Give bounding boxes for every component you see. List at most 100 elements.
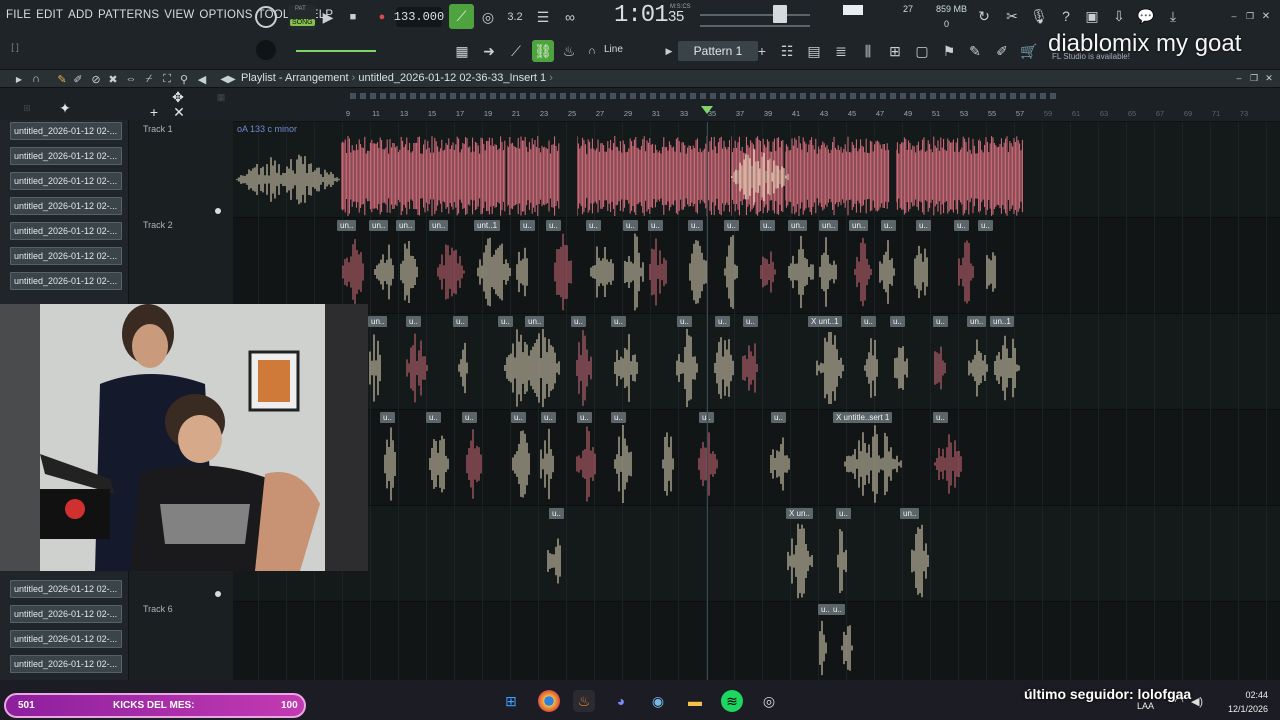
- clip-label[interactable]: un..: [368, 316, 388, 327]
- playlist-arrow-icon[interactable]: ▶: [14, 73, 24, 85]
- browser-add-icon[interactable]: +: [147, 104, 161, 120]
- clip-label[interactable]: un..: [396, 220, 416, 231]
- language-indicator[interactable]: LAA: [1137, 701, 1154, 711]
- arrow-icon[interactable]: ➜: [480, 42, 498, 60]
- audio-waveform[interactable]: [979, 136, 1023, 216]
- master-volume-handle[interactable]: [773, 5, 787, 23]
- audio-waveform[interactable]: [853, 232, 873, 312]
- playhead-marker[interactable]: [701, 106, 713, 114]
- clip-label[interactable]: X un..: [786, 508, 813, 519]
- audio-waveform[interactable]: [341, 136, 506, 216]
- spotify-icon[interactable]: ≋: [721, 690, 743, 712]
- audio-waveform[interactable]: [368, 328, 382, 408]
- audio-waveform[interactable]: [769, 424, 791, 504]
- browser-clip-item[interactable]: untitled_2026-01-12 02-...: [10, 172, 122, 190]
- audio-waveform[interactable]: [893, 328, 909, 408]
- audio-waveform[interactable]: [235, 152, 341, 207]
- playlist-minimize-icon[interactable]: –: [1234, 72, 1244, 84]
- audio-waveform[interactable]: [373, 232, 395, 312]
- audio-waveform[interactable]: [436, 232, 466, 312]
- cpu-knob-icon[interactable]: [255, 6, 277, 28]
- clip-label[interactable]: u..: [586, 220, 601, 231]
- mixer-knob-icon[interactable]: [256, 40, 276, 60]
- audio-waveform[interactable]: [878, 232, 896, 312]
- clip-label[interactable]: u..: [916, 220, 931, 231]
- clip-label[interactable]: u..: [380, 412, 395, 423]
- arrangement-grid[interactable]: oA 133 c minor un.. un.. un.. un.. unt..1 u..…: [233, 122, 1280, 680]
- clip-label[interactable]: un..: [967, 316, 987, 327]
- move-icon[interactable]: ✥: [170, 89, 186, 105]
- draw-icon[interactable]: ⟋: [507, 42, 525, 60]
- clip-label[interactable]: u..: [830, 604, 845, 615]
- paint-icon[interactable]: ✐: [72, 72, 84, 86]
- countdown-icon[interactable]: 3.2: [505, 8, 525, 26]
- audio-waveform[interactable]: [815, 328, 845, 408]
- discord-icon[interactable]: ◕: [610, 690, 632, 712]
- audio-waveform[interactable]: [786, 520, 814, 602]
- browser-clip-item[interactable]: untitled_2026-01-12 02-...: [10, 605, 122, 623]
- clip-label[interactable]: unt..1: [474, 220, 501, 231]
- brush-icon[interactable]: ✐: [993, 42, 1011, 60]
- audio-waveform[interactable]: [613, 424, 633, 504]
- chrome-icon[interactable]: [538, 690, 560, 712]
- menu-file[interactable]: FILE: [6, 9, 31, 21]
- undo-icon[interactable]: ↻: [975, 6, 993, 26]
- audio-waveform[interactable]: [515, 232, 529, 312]
- clip-label[interactable]: un..: [337, 220, 357, 231]
- track-1-dot[interactable]: [215, 208, 221, 214]
- audio-waveform[interactable]: [730, 142, 790, 212]
- audio-waveform[interactable]: [967, 328, 989, 408]
- browser-clip-item[interactable]: untitled_2026-01-12 02-...: [10, 655, 122, 673]
- audio-waveform[interactable]: [428, 424, 450, 504]
- clip-label[interactable]: u..: [611, 316, 626, 327]
- clip-label[interactable]: u..: [462, 412, 477, 423]
- arrow-right-icon[interactable]: ▶: [664, 43, 674, 59]
- metronome-icon[interactable]: ⟋: [449, 4, 474, 29]
- lane-6[interactable]: [233, 602, 1280, 680]
- audio-waveform[interactable]: [697, 424, 719, 504]
- track-2-label[interactable]: Track 2: [143, 220, 173, 230]
- clip-label[interactable]: u..: [881, 220, 896, 231]
- audio-waveform[interactable]: [399, 232, 419, 312]
- audio-waveform[interactable]: [723, 232, 739, 312]
- audio-waveform[interactable]: [896, 136, 979, 216]
- clip-label[interactable]: un..: [788, 220, 808, 231]
- audio-waveform[interactable]: [818, 618, 828, 678]
- cart-icon[interactable]: 🛒: [1020, 42, 1038, 60]
- channel-rack-icon[interactable]: ▤: [805, 42, 823, 60]
- browser-clip-item[interactable]: untitled_2026-01-12 02-...: [10, 247, 122, 265]
- audio-waveform[interactable]: [741, 328, 759, 408]
- steam-icon[interactable]: ◉: [647, 690, 669, 712]
- minimize-icon[interactable]: –: [1228, 10, 1240, 22]
- pat-song-toggle[interactable]: PAT SONG: [288, 5, 316, 30]
- clip-label[interactable]: X unt..1: [808, 316, 842, 327]
- microphone-icon[interactable]: 🎙: [1030, 6, 1048, 26]
- windows-start-icon[interactable]: ⊞: [500, 690, 522, 712]
- pattern-selector[interactable]: Pattern 1: [678, 41, 758, 61]
- clip-label[interactable]: u..: [571, 316, 586, 327]
- browser-clip-item[interactable]: untitled_2026-01-12 02-...: [10, 580, 122, 598]
- fl-studio-icon[interactable]: ♨: [573, 690, 595, 712]
- audio-waveform[interactable]: [840, 618, 854, 678]
- audio-waveform[interactable]: [661, 424, 675, 504]
- browser-plugin-icon[interactable]: ✦: [57, 100, 73, 116]
- snap-selector[interactable]: Line: [604, 44, 623, 55]
- master-volume-slider[interactable]: [700, 14, 810, 16]
- magnet-icon[interactable]: ∩: [586, 44, 598, 58]
- clip-label[interactable]: u..: [611, 412, 626, 423]
- audio-waveform[interactable]: [713, 328, 735, 408]
- clip-label[interactable]: u..: [715, 316, 730, 327]
- audio-waveform[interactable]: [546, 520, 562, 602]
- clip-label[interactable]: un..1: [990, 316, 1014, 327]
- overview-strip[interactable]: [350, 93, 1060, 99]
- slice-icon[interactable]: ⌿: [143, 72, 155, 86]
- magnet-small-icon[interactable]: ∩: [30, 72, 42, 86]
- audio-waveform[interactable]: [539, 424, 555, 504]
- delete-icon[interactable]: ⊘: [90, 72, 102, 86]
- piano-roll-icon[interactable]: ▦: [452, 42, 472, 60]
- clip-label[interactable]: u..: [890, 316, 905, 327]
- audio-waveform[interactable]: [623, 232, 645, 312]
- audio-waveform[interactable]: [785, 136, 890, 216]
- clip-label[interactable]: u..: [743, 316, 758, 327]
- clip-label[interactable]: u..: [760, 220, 775, 231]
